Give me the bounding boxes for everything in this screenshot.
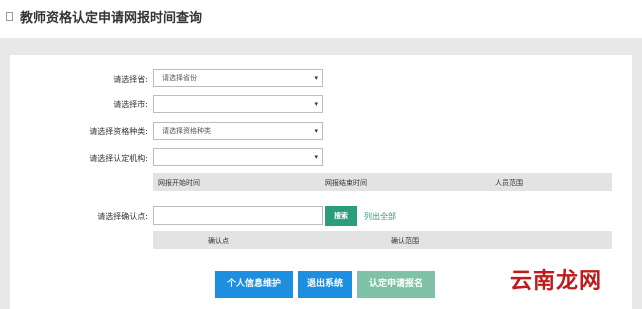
chevron-down-icon: ▾ [314,153,318,161]
agency-select[interactable]: ▾ [153,148,323,166]
search-button[interactable]: 搜索 [325,206,357,226]
column-end-time: 网报结束时间 [325,179,367,187]
city-label: 请选择市: [113,100,148,109]
personal-info-button[interactable]: 个人信息维护 [215,271,293,298]
column-confirm-point: 确认点 [208,237,229,245]
province-select-value: 请选择省份 [162,74,197,82]
confirm-point-input[interactable] [153,206,323,225]
apply-button[interactable]: 认定申请报名 [357,271,435,298]
page-header: 教师资格认定申请网报时间查询 [0,0,642,38]
page-title: 教师资格认定申请网报时间查询 [20,11,203,26]
chevron-down-icon: ▾ [314,74,318,82]
chevron-down-icon: ▾ [314,100,318,108]
province-select[interactable]: 请选择省份 ▾ [153,69,323,87]
qualification-select[interactable]: 请选择资格种类 ▾ [153,122,323,140]
watermark-logo: 云南龙网 [510,269,603,294]
qualification-select-value: 请选择资格种类 [162,127,211,135]
chevron-down-icon: ▾ [314,127,318,135]
logout-button[interactable]: 退出系统 [298,271,352,298]
column-start-time: 网报开始时间 [158,179,200,187]
page-icon [6,12,13,21]
schedule-table-header: 网报开始时间 网报结束时间 人员范围 [153,173,612,191]
list-all-link[interactable]: 列出全部 [364,211,396,222]
confirm-point-label: 请选择确认点: [97,212,148,221]
column-confirm-scope: 确认范围 [391,237,419,245]
column-scope: 人员范围 [495,179,523,187]
qualification-label: 请选择资格种类: [89,127,148,136]
province-label: 请选择省: [113,75,148,84]
confirm-table-header: 确认点 确认范围 [153,231,612,249]
city-select[interactable]: ▾ [153,95,323,113]
agency-label: 请选择认定机构: [89,154,148,163]
